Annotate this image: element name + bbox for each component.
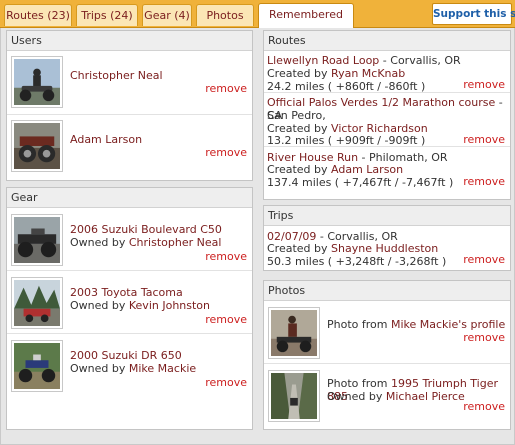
- photos-panel: Photos Photo from Mike Mackie's profile …: [263, 280, 511, 430]
- list-item: Christopher Neal remove: [7, 51, 252, 115]
- created-by-label: Created by: [267, 163, 332, 176]
- list-item: Photo from 1995 Triumph Tiger 885 Owned …: [264, 364, 510, 427]
- gear-name-link[interactable]: 2006 Suzuki Boulevard C50: [70, 223, 222, 236]
- remove-link[interactable]: remove: [205, 250, 247, 263]
- photo-source-link[interactable]: Mike Mackie's profile: [391, 318, 505, 331]
- road-photo-icon: [271, 373, 317, 419]
- photo-caption: Photo from Mike Mackie's profile: [327, 318, 505, 331]
- routes-panel-title: Routes: [264, 31, 510, 51]
- tab-trips[interactable]: Trips (24): [76, 4, 138, 26]
- creator-line: Created by Ryan McKnab: [267, 67, 405, 80]
- route-place: - Corvallis, OR: [379, 54, 461, 67]
- gear-thumbnail[interactable]: [11, 214, 63, 266]
- list-item: 02/07/09 - Corvallis, OR Created by Shay…: [264, 226, 510, 270]
- list-item: Photo from Mike Mackie's profile remove: [264, 301, 510, 364]
- owner-link[interactable]: Kevin Johnston: [129, 299, 210, 312]
- user-photo-icon: [14, 59, 60, 105]
- owner-label: Owned by: [327, 390, 386, 403]
- creator-line: Created by Adam Larson: [267, 163, 403, 176]
- gear-panel: Gear 2006 Suzuki Boulevard C50 Owned by …: [6, 187, 253, 430]
- support-button[interactable]: Support this site: [432, 3, 515, 25]
- owner-label: Owned by: [70, 236, 129, 249]
- list-item: Official Palos Verdes 1/2 Marathon cours…: [264, 93, 510, 147]
- trip-stats: 50.3 miles ( +3,248ft / -3,268ft ): [267, 255, 447, 268]
- owner-line: Owned by Christopher Neal: [70, 236, 221, 249]
- users-panel: Users Christopher Neal remove Adam Larso…: [6, 30, 253, 181]
- users-panel-title: Users: [7, 31, 252, 51]
- list-item: 2003 Toyota Tacoma Owned by Kevin Johnst…: [7, 271, 252, 334]
- remove-link[interactable]: remove: [463, 331, 505, 344]
- photo-prefix: Photo from: [327, 377, 391, 390]
- route-stats: 13.2 miles ( +909ft / -909ft ): [267, 134, 426, 147]
- remove-link[interactable]: remove: [205, 146, 247, 159]
- owner-label: Owned by: [70, 362, 129, 375]
- route-title-line: Llewellyn Road Loop - Corvallis, OR: [267, 54, 461, 67]
- creator-link[interactable]: Adam Larson: [331, 163, 403, 176]
- creator-link[interactable]: Shayne Huddleston: [331, 242, 438, 255]
- created-by-label: Created by: [267, 67, 332, 80]
- owner-link[interactable]: Michael Pierce: [386, 390, 465, 403]
- photos-panel-title: Photos: [264, 281, 510, 301]
- content-area: Users Christopher Neal remove Adam Larso…: [0, 28, 515, 445]
- gear-name-link[interactable]: 2000 Suzuki DR 650: [70, 349, 182, 362]
- dirtbike-photo-icon: [14, 343, 60, 389]
- owner-line: Owned by Kevin Johnston: [70, 299, 210, 312]
- gear-thumbnail[interactable]: [11, 340, 63, 392]
- owner-link[interactable]: Christopher Neal: [129, 236, 222, 249]
- photo-prefix: Photo from: [327, 318, 391, 331]
- owner-link[interactable]: Mike Mackie: [129, 362, 196, 375]
- route-stats: 24.2 miles ( +860ft / -860ft ): [267, 80, 426, 93]
- user-name-link[interactable]: Christopher Neal: [70, 69, 163, 82]
- tab-photos[interactable]: Photos (2): [196, 4, 254, 43]
- route-stats: 137.4 miles ( +7,467ft / -7,467ft ): [267, 176, 454, 189]
- remove-link[interactable]: remove: [205, 82, 247, 95]
- gear-thumbnail[interactable]: [11, 277, 63, 329]
- creator-link[interactable]: Ryan McKnab: [331, 67, 405, 80]
- tab-bar: Routes (23) Trips (24) Gear (4) Photos (…: [0, 0, 515, 43]
- gear-panel-title: Gear: [7, 188, 252, 208]
- tab-routes[interactable]: Routes (23): [4, 4, 72, 26]
- remove-link[interactable]: remove: [205, 376, 247, 389]
- remove-link[interactable]: remove: [463, 133, 505, 146]
- list-item: River House Run - Philomath, OR Created …: [264, 147, 510, 191]
- tab-gear[interactable]: Gear (4): [142, 4, 192, 26]
- photo-thumbnail[interactable]: [268, 307, 320, 359]
- user-name-link[interactable]: Adam Larson: [70, 133, 142, 146]
- user-avatar[interactable]: [11, 120, 63, 172]
- remove-link[interactable]: remove: [463, 253, 505, 266]
- user-photo-icon: [14, 123, 60, 169]
- motorcycle-photo-icon: [14, 217, 60, 263]
- tab-remembered[interactable]: Remembered (11): [258, 3, 354, 42]
- owner-line: Owned by Michael Pierce: [327, 390, 465, 403]
- gear-name-link[interactable]: 2003 Toyota Tacoma: [70, 286, 183, 299]
- owner-line: Owned by Mike Mackie: [70, 362, 196, 375]
- created-by-label: Created by: [267, 242, 332, 255]
- trips-panel-title: Trips: [264, 206, 510, 226]
- creator-line: Created by Shayne Huddleston: [267, 242, 438, 255]
- route-name-link[interactable]: Llewellyn Road Loop: [267, 54, 379, 67]
- route-title-line: Official Palos Verdes 1/2 Marathon cours…: [267, 96, 510, 122]
- route-name-link[interactable]: Official Palos Verdes 1/2 Marathon cours…: [267, 96, 495, 109]
- photo-thumbnail[interactable]: [268, 370, 320, 422]
- list-item: 2000 Suzuki DR 650 Owned by Mike Mackie …: [7, 334, 252, 397]
- remove-link[interactable]: remove: [205, 313, 247, 326]
- remove-link[interactable]: remove: [463, 400, 505, 413]
- routes-panel: Routes Llewellyn Road Loop - Corvallis, …: [263, 30, 511, 200]
- list-item: 2006 Suzuki Boulevard C50 Owned by Chris…: [7, 208, 252, 271]
- rider-photo-icon: [271, 310, 317, 356]
- truck-photo-icon: [14, 280, 60, 326]
- route-place-continued: CA: [267, 109, 283, 122]
- list-item: Adam Larson remove: [7, 115, 252, 179]
- list-item: Llewellyn Road Loop - Corvallis, OR Crea…: [264, 51, 510, 93]
- remove-link[interactable]: remove: [463, 175, 505, 188]
- remove-link[interactable]: remove: [463, 78, 505, 91]
- user-avatar[interactable]: [11, 56, 63, 108]
- trips-panel: Trips 02/07/09 - Corvallis, OR Created b…: [263, 205, 511, 271]
- owner-label: Owned by: [70, 299, 129, 312]
